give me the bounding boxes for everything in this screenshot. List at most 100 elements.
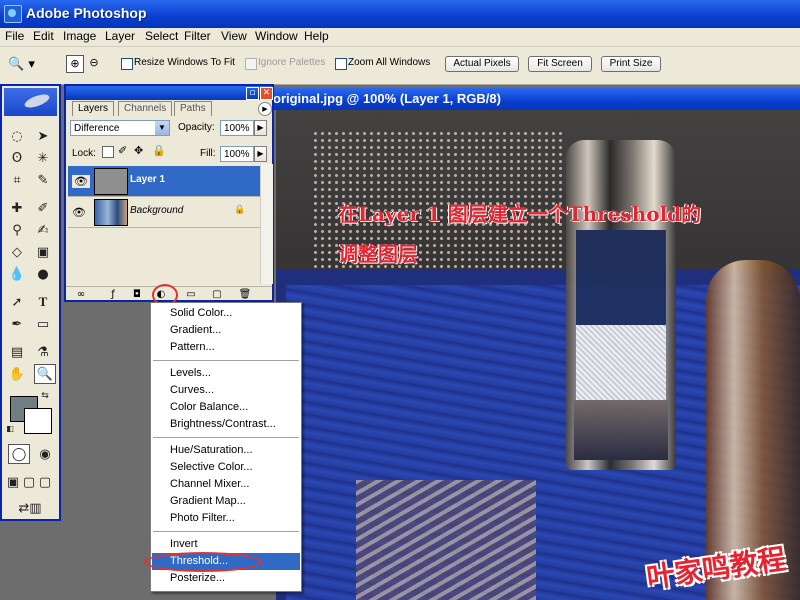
lock-transparency-icon[interactable] bbox=[102, 146, 114, 158]
eye-icon[interactable]: 👁 bbox=[72, 206, 86, 219]
menu-item-pattern[interactable]: Pattern... bbox=[152, 339, 300, 356]
menu-file[interactable]: File bbox=[5, 29, 24, 43]
layer-thumbnail bbox=[94, 168, 128, 195]
lock-paint-icon[interactable]: ✐ bbox=[118, 144, 127, 157]
cloth-image bbox=[356, 480, 536, 600]
new-layer-icon[interactable]: ▢ bbox=[210, 289, 224, 301]
default-colors-icon[interactable]: ◧ bbox=[4, 422, 16, 434]
move-tool-icon[interactable]: ➤ bbox=[32, 126, 54, 146]
menu-edit[interactable]: Edit bbox=[33, 29, 54, 43]
menu-select[interactable]: Select bbox=[145, 29, 178, 43]
blend-mode-value: Difference bbox=[74, 123, 120, 134]
eye-icon[interactable]: 👁 bbox=[72, 175, 90, 188]
blend-mode-select[interactable]: Difference ▼ bbox=[70, 120, 170, 136]
new-group-icon[interactable]: ▭ bbox=[184, 289, 198, 301]
menu-item-channel-mixer[interactable]: Channel Mixer... bbox=[152, 476, 300, 493]
menu-filter[interactable]: Filter bbox=[184, 29, 211, 43]
menu-layer[interactable]: Layer bbox=[105, 29, 135, 43]
zoom-out-icon[interactable]: ⊖ bbox=[86, 55, 102, 71]
layers-scrollbar[interactable] bbox=[260, 164, 273, 284]
lock-position-icon[interactable]: ✥ bbox=[134, 144, 143, 157]
type-tool-icon[interactable]: T bbox=[32, 292, 54, 312]
menu-view[interactable]: View bbox=[221, 29, 247, 43]
menu-item-invert[interactable]: Invert bbox=[152, 536, 300, 553]
layer-thumbnail bbox=[94, 199, 128, 226]
screen-mode-standard-icon[interactable]: ▣ bbox=[6, 472, 20, 492]
fill-input[interactable]: 100% bbox=[220, 146, 254, 162]
menu-item-posterize[interactable]: Posterize... bbox=[152, 570, 300, 587]
resize-windows-checkbox[interactable] bbox=[121, 58, 133, 70]
gradient-tool-icon[interactable]: ▣ bbox=[32, 242, 54, 262]
fit-screen-button[interactable]: Fit Screen bbox=[528, 56, 592, 72]
eyedropper-tool-icon[interactable]: ⚗ bbox=[32, 342, 54, 362]
path-selection-icon[interactable]: ➚ bbox=[6, 292, 28, 312]
menu-window[interactable]: Window bbox=[255, 29, 298, 43]
eraser-tool-icon[interactable]: ◇ bbox=[6, 242, 28, 262]
tab-paths[interactable]: Paths bbox=[174, 101, 212, 116]
close-icon[interactable]: ✕ bbox=[260, 87, 273, 100]
opacity-arrow-icon[interactable]: ▶ bbox=[254, 120, 267, 136]
menu-item-color-balance[interactable]: Color Balance... bbox=[152, 399, 300, 416]
palette-menu-icon[interactable]: ▶ bbox=[258, 102, 272, 116]
glass-base bbox=[574, 400, 668, 460]
brush-tool-icon[interactable]: ✐ bbox=[32, 198, 54, 218]
document-title: original.jpg @ 100% (Layer 1, RGB/8) bbox=[273, 91, 501, 106]
menu-separator bbox=[153, 437, 299, 438]
menu-item-gradient-map[interactable]: Gradient Map... bbox=[152, 493, 300, 510]
tab-layers[interactable]: Layers bbox=[72, 101, 115, 116]
slice-tool-icon[interactable]: ✎ bbox=[32, 170, 54, 190]
menu-item-hue-saturation[interactable]: Hue/Saturation... bbox=[152, 442, 300, 459]
tools-palette: ◌ ➤ ʘ ✳ ⌗ ✎ ✚ ✐ ⚲ ✍ ◇ ▣ 💧 ● ➚ T ✒ ▭ ▤ ⚗ … bbox=[0, 84, 61, 521]
menu-image[interactable]: Image bbox=[63, 29, 96, 43]
zoom-in-icon[interactable]: ⊕ bbox=[66, 55, 84, 73]
menu-item-solid-color[interactable]: Solid Color... bbox=[152, 305, 300, 322]
healing-brush-icon[interactable]: ✚ bbox=[6, 198, 28, 218]
document-canvas[interactable]: 在Layer 1 图层建立一个Threshold的 调整图层 叶家鸣教程 bbox=[276, 110, 800, 600]
menu-bar: File Edit Image Layer Select Filter View… bbox=[0, 28, 800, 47]
screen-mode-full-menu-icon[interactable]: ▢ bbox=[22, 472, 36, 492]
menu-help[interactable]: Help bbox=[304, 29, 329, 43]
menu-item-photo-filter[interactable]: Photo Filter... bbox=[152, 510, 300, 527]
menu-item-curves[interactable]: Curves... bbox=[152, 382, 300, 399]
menu-item-selective-color[interactable]: Selective Color... bbox=[152, 459, 300, 476]
standard-mode-icon[interactable]: ◯ bbox=[8, 444, 30, 464]
crop-tool-icon[interactable]: ⌗ bbox=[6, 170, 28, 190]
minimize-icon[interactable]: ▫ bbox=[246, 87, 259, 100]
menu-item-brightness-contrast[interactable]: Brightness/Contrast... bbox=[152, 416, 300, 433]
menu-item-gradient[interactable]: Gradient... bbox=[152, 322, 300, 339]
actual-pixels-button[interactable]: Actual Pixels bbox=[445, 56, 519, 72]
zoom-all-windows-checkbox[interactable] bbox=[335, 58, 347, 70]
clone-stamp-icon[interactable]: ⚲ bbox=[6, 220, 28, 240]
print-size-button[interactable]: Print Size bbox=[601, 56, 661, 72]
quick-mask-icon[interactable]: ◉ bbox=[34, 444, 56, 464]
background-color-swatch[interactable] bbox=[24, 408, 52, 434]
trash-icon[interactable]: 🗑 bbox=[238, 289, 252, 301]
layer-mask-icon[interactable]: ◘ bbox=[130, 289, 144, 301]
screen-mode-full-icon[interactable]: ▢ bbox=[38, 472, 52, 492]
pen-tool-icon[interactable]: ✒ bbox=[6, 314, 28, 334]
lasso-tool-icon[interactable]: ʘ bbox=[6, 148, 28, 168]
marquee-tool-icon[interactable]: ◌ bbox=[6, 126, 28, 146]
magic-wand-tool-icon[interactable]: ✳ bbox=[32, 148, 54, 168]
swap-colors-icon[interactable]: ⇆ bbox=[38, 390, 52, 402]
menu-item-levels[interactable]: Levels... bbox=[152, 365, 300, 382]
tab-channels[interactable]: Channels bbox=[118, 101, 173, 116]
jump-to-imageready-icon[interactable]: ⇄▥ bbox=[10, 498, 50, 518]
shape-tool-icon[interactable]: ▭ bbox=[32, 314, 54, 334]
blur-tool-icon[interactable]: 💧 bbox=[6, 264, 28, 284]
link-icon[interactable]: ∞ bbox=[74, 289, 88, 301]
history-brush-icon[interactable]: ✍ bbox=[32, 220, 54, 240]
layer-row-layer-1[interactable]: 👁 Layer 1 bbox=[68, 166, 260, 197]
opacity-input[interactable]: 100% bbox=[220, 120, 254, 136]
layer-style-icon[interactable]: ƒ bbox=[106, 289, 120, 301]
menu-separator bbox=[153, 531, 299, 532]
layer-row-background[interactable]: 👁 Background 🔒 bbox=[68, 197, 260, 228]
notes-tool-icon[interactable]: ▤ bbox=[6, 342, 28, 362]
fill-arrow-icon[interactable]: ▶ bbox=[254, 146, 267, 162]
zoom-tool-icon[interactable]: 🔍 bbox=[34, 364, 56, 384]
lock-all-icon[interactable]: 🔒 bbox=[152, 144, 166, 157]
zoom-tool-preset-icon[interactable]: 🔍 ▾ bbox=[8, 57, 46, 75]
ignore-palettes-checkbox[interactable] bbox=[245, 58, 257, 70]
dodge-tool-icon[interactable]: ● bbox=[32, 264, 54, 284]
hand-tool-icon[interactable]: ✋ bbox=[6, 364, 28, 384]
